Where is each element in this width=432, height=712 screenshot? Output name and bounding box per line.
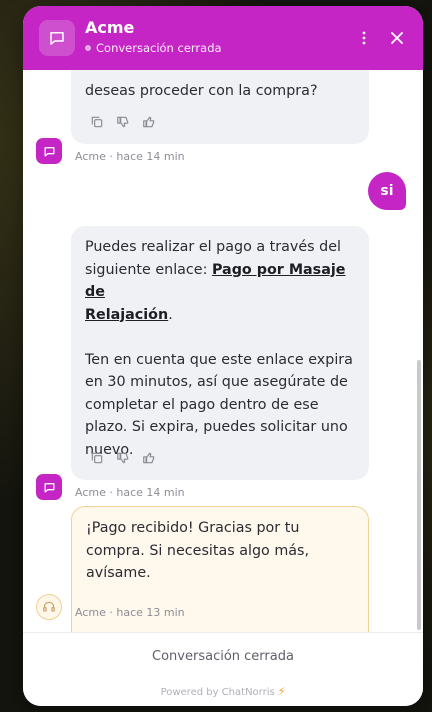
status-dot: [85, 45, 91, 51]
chat-title: Acme: [85, 18, 135, 37]
message-meta: Acme · hace 13 min: [75, 606, 185, 619]
headset-icon: [43, 601, 55, 612]
chat-bubble-icon: [50, 32, 64, 45]
chat-widget: Acme Conversación cerrada deseas procede…: [23, 6, 423, 706]
message-actions: [89, 114, 157, 130]
powered-by-link[interactable]: Powered by ChatNorris ⚡: [23, 685, 423, 698]
chat-header: Acme Conversación cerrada: [23, 6, 423, 70]
chat-footer: Conversación cerrada Powered by ChatNorr…: [23, 632, 423, 706]
bot-message-line: siguiente enlace: Pago por Masaje de: [85, 261, 346, 301]
message-actions: [89, 450, 157, 466]
bot-message: deseas proceder con la compra?: [71, 70, 369, 144]
powered-by-text: Powered by ChatNorris: [160, 687, 275, 698]
copy-button[interactable]: [89, 114, 105, 130]
copy-button[interactable]: [89, 450, 105, 466]
like-button[interactable]: [141, 450, 157, 466]
bot-avatar: [36, 138, 62, 164]
close-button[interactable]: [387, 28, 407, 48]
bot-message: Puedes realizar el pago a través del sig…: [71, 226, 369, 480]
status-label: Conversación cerrada: [96, 41, 222, 55]
more-options-button[interactable]: [355, 28, 373, 48]
copy-icon: [91, 452, 103, 464]
chat-bubble-icon: [44, 482, 54, 492]
thumbs-down-icon: [117, 116, 129, 128]
thumbs-up-icon: [143, 116, 155, 128]
bot-message-line: Puedes realizar el pago a través del: [85, 239, 342, 255]
bolt-icon: ⚡: [277, 685, 286, 698]
message-list[interactable]: deseas proceder con la compra? Acme · ha…: [23, 70, 423, 632]
conversation-status: Conversación cerrada: [85, 41, 222, 55]
bot-message-paragraph: Ten en cuenta que este enlace expira en …: [85, 351, 353, 458]
close-icon: [391, 32, 403, 44]
brand-avatar: [39, 20, 75, 56]
bot-message-text: deseas proceder con la compra?: [85, 83, 318, 99]
message-meta: Acme · hace 14 min: [75, 150, 185, 163]
chat-bubble-icon: [44, 146, 54, 156]
message-meta: Acme · hace 14 min: [75, 486, 185, 499]
thumbs-down-icon: [117, 452, 129, 464]
bot-avatar: [36, 474, 62, 500]
conversation-closed-label: Conversación cerrada: [152, 649, 294, 664]
more-vertical-icon: [362, 31, 366, 45]
payment-link-continued[interactable]: Relajación: [85, 307, 168, 323]
user-message: si: [368, 172, 406, 210]
agent-avatar: [36, 594, 62, 620]
dislike-button[interactable]: [115, 450, 131, 466]
thumbs-up-icon: [143, 452, 155, 464]
dislike-button[interactable]: [115, 114, 131, 130]
copy-icon: [91, 116, 103, 128]
bot-message-line: Relajación.: [85, 306, 173, 323]
scrollbar-thumb[interactable]: [417, 360, 421, 630]
like-button[interactable]: [141, 114, 157, 130]
